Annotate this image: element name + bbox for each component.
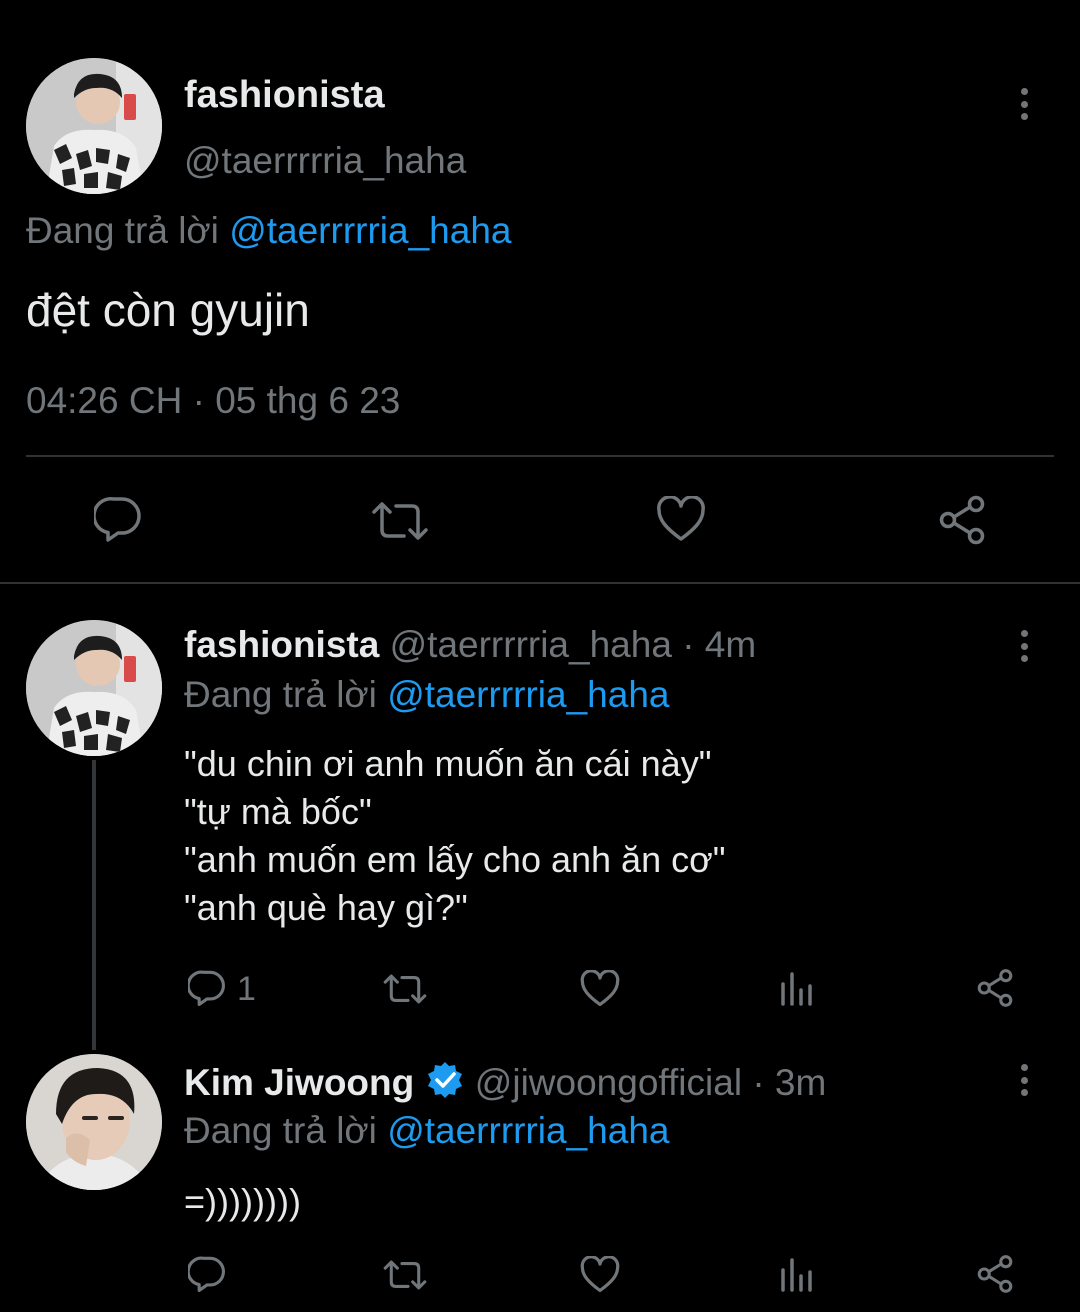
- retweet-icon[interactable]: [382, 1259, 428, 1291]
- reply-display-name[interactable]: Kim Jiwoong: [184, 1062, 414, 1103]
- share-icon[interactable]: [936, 494, 988, 546]
- reply-handle[interactable]: @taerrrrria_haha: [390, 624, 672, 665]
- thread-line: [92, 760, 96, 1050]
- share-icon[interactable]: [975, 968, 1015, 1008]
- reply-display-name[interactable]: fashionista: [184, 624, 379, 665]
- replying-to-label: Đang trả lời: [26, 210, 219, 251]
- reply-count: 1: [237, 970, 256, 1008]
- like-icon[interactable]: [656, 496, 706, 542]
- reply-text-line: "anh muốn em lấy cho anh ăn cơ": [184, 839, 726, 880]
- reply-text-line: "anh què hay gì?": [184, 887, 468, 928]
- reply-time[interactable]: · 4m: [682, 624, 756, 665]
- reply-header: fashionista @taerrrrria_haha · 4m: [184, 624, 756, 666]
- display-name[interactable]: fashionista: [184, 74, 385, 117]
- reply-text: "du chin ơi anh muốn ăn cái này" "tự mà …: [184, 740, 725, 932]
- more-options-icon[interactable]: [1018, 630, 1030, 662]
- analytics-icon[interactable]: [780, 1256, 814, 1292]
- reply-icon[interactable]: [188, 970, 226, 1006]
- section-divider: [0, 582, 1080, 584]
- reply-icon[interactable]: [188, 1256, 226, 1292]
- reply-handle[interactable]: @jiwoongofficial: [475, 1062, 742, 1103]
- tweet-timestamp[interactable]: 04:26 CH · 05 thg 6 23: [26, 380, 400, 422]
- handle[interactable]: @taerrrrria_haha: [184, 140, 466, 182]
- tweet-text: đệt còn gyujin: [26, 284, 310, 336]
- reply-text-line: "tự mà bốc": [184, 791, 372, 832]
- share-icon[interactable]: [975, 1254, 1015, 1294]
- like-icon[interactable]: [580, 970, 620, 1007]
- reply-avatar[interactable]: [26, 620, 162, 756]
- reply-time[interactable]: · 3m: [752, 1062, 826, 1103]
- verified-badge-icon: [425, 1060, 465, 1100]
- replying-to: Đang trả lời @taerrrrria_haha: [184, 1110, 669, 1152]
- retweet-icon[interactable]: [370, 500, 430, 542]
- like-icon[interactable]: [580, 1256, 620, 1293]
- replying-to-label: Đang trả lời: [184, 1110, 377, 1151]
- replying-to-handle[interactable]: @taerrrrria_haha: [387, 674, 669, 715]
- reply-text-line: =)))))))): [184, 1181, 301, 1222]
- more-options-icon[interactable]: [1018, 88, 1030, 120]
- avatar[interactable]: [26, 58, 162, 194]
- replying-to-handle[interactable]: @taerrrrria_haha: [229, 210, 511, 251]
- reply-text-line: "du chin ơi anh muốn ăn cái này": [184, 743, 712, 784]
- reply-icon[interactable]: [94, 496, 142, 542]
- reply-avatar[interactable]: [26, 1054, 162, 1190]
- analytics-icon[interactable]: [780, 970, 814, 1006]
- divider: [26, 455, 1054, 457]
- more-options-icon[interactable]: [1018, 1064, 1030, 1096]
- reply-text: =)))))))): [184, 1178, 301, 1226]
- retweet-icon[interactable]: [382, 973, 428, 1005]
- replying-to-label: Đang trả lời: [184, 674, 377, 715]
- replying-to-handle[interactable]: @taerrrrria_haha: [387, 1110, 669, 1151]
- reply-header: Kim Jiwoong @jiwoongofficial · 3m: [184, 1060, 826, 1104]
- replying-to: Đang trả lời @taerrrrria_haha: [26, 210, 511, 252]
- replying-to: Đang trả lời @taerrrrria_haha: [184, 674, 669, 716]
